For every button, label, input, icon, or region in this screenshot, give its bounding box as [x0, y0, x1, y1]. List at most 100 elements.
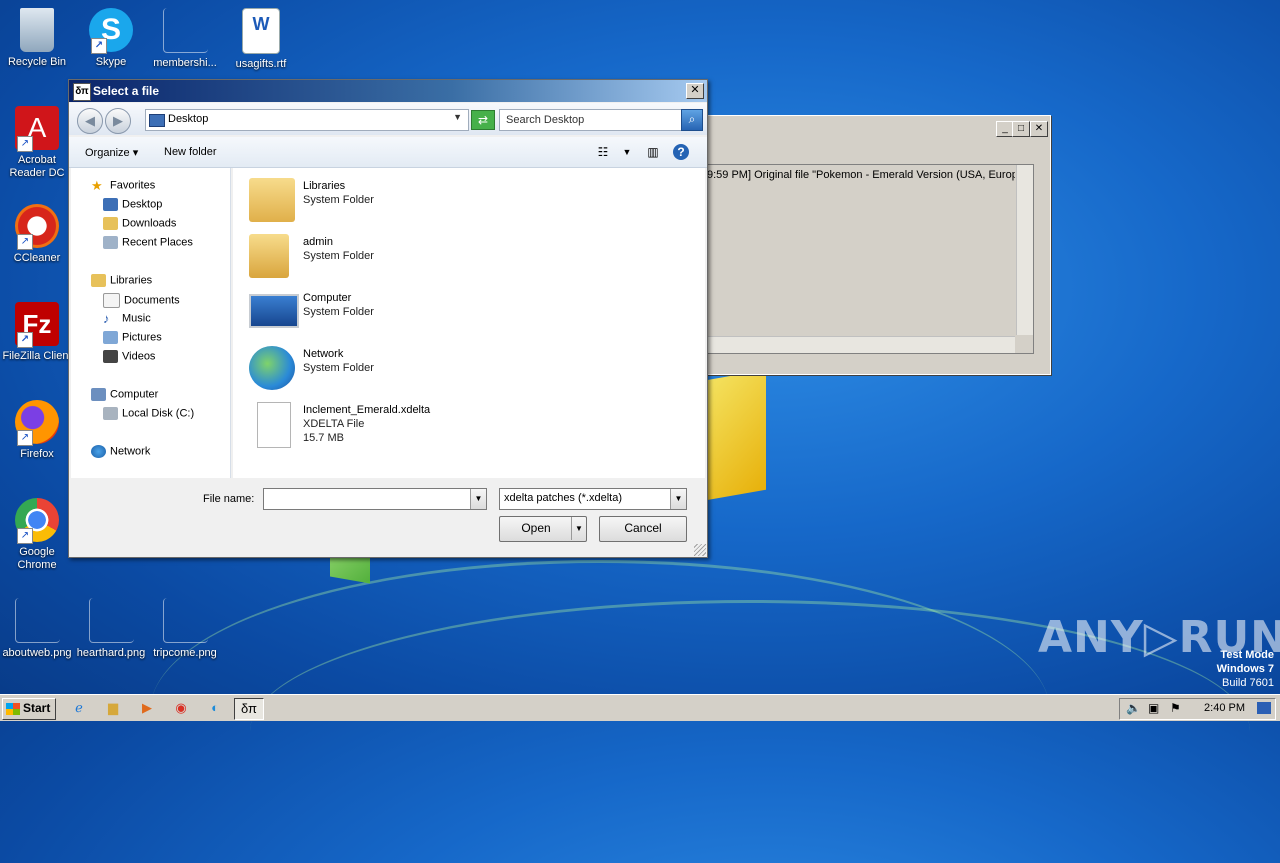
address-bar[interactable]: Desktop ▼	[145, 109, 469, 131]
dialog-titlebar[interactable]: δπ Select a file ✕	[69, 80, 707, 102]
view-options-icon[interactable]: ☷	[595, 144, 611, 160]
log-line: 9:59 PM] Original file "Pokemon - Emeral…	[707, 169, 1015, 181]
nav-documents[interactable]: Documents	[103, 293, 180, 308]
list-item[interactable]: Computer System Folder	[249, 288, 549, 338]
organize-label: Organize	[85, 147, 130, 159]
file-type: System Folder	[303, 306, 374, 318]
open-button[interactable]: Open ▼	[499, 516, 587, 542]
test-mode-line: Windows 7	[1216, 663, 1274, 675]
desktop-icon-recycle-bin[interactable]: Recycle Bin	[0, 8, 74, 69]
dialog-footer: File name: ▼ xdelta patches (*.xdelta) ▼…	[69, 478, 707, 557]
desktop-icon-ccleaner[interactable]: ↗ CCleaner	[0, 204, 74, 265]
clock[interactable]: 2:40 PM	[1204, 702, 1245, 714]
nav-label: Favorites	[110, 179, 156, 192]
nav-label: Network	[110, 445, 151, 458]
chevron-down-icon[interactable]: ▼	[470, 489, 486, 509]
file-type-select[interactable]: xdelta patches (*.xdelta) ▼	[499, 488, 687, 510]
desktop-icon-label: Acrobat Reader DC	[9, 154, 65, 179]
nav-local-disk[interactable]: Local Disk (C:)	[103, 407, 194, 420]
nav-favorites[interactable]: ★ Favorites	[91, 179, 155, 192]
file-explorer-icon[interactable]: ▆	[102, 698, 124, 718]
desktop-icon-label: Skype	[95, 56, 127, 68]
back-button[interactable]: ◀	[77, 108, 103, 134]
chevron-down-icon[interactable]: ▼	[571, 517, 586, 540]
desktop-icon-membership[interactable]: membershi...	[148, 8, 222, 70]
desktop-icon-label: Recycle Bin	[7, 56, 67, 68]
star-icon: ★	[91, 178, 103, 193]
nav-label: Pictures	[122, 331, 162, 344]
background-app-window[interactable]: _ □ ✕ 9:59 PM] Original file "Pokemon - …	[705, 115, 1051, 375]
chevron-down-icon[interactable]: ▼	[453, 112, 462, 122]
list-item[interactable]: admin System Folder	[249, 232, 549, 282]
horizontal-scrollbar[interactable]	[707, 336, 1015, 353]
refresh-button[interactable]: ⇄	[471, 110, 495, 130]
desktop-icon-tripcome[interactable]: tripcome.png	[148, 598, 222, 660]
nav-network[interactable]: Network	[91, 445, 150, 458]
desktop-icon-acrobat[interactable]: A ↗ Acrobat Reader DC	[0, 106, 74, 180]
close-button[interactable]: ✕	[1030, 121, 1048, 137]
list-item[interactable]: Network System Folder	[249, 344, 549, 394]
cancel-button[interactable]: Cancel	[599, 516, 687, 542]
volume-icon[interactable]: 🔈	[1126, 701, 1141, 715]
vertical-scrollbar[interactable]	[1016, 165, 1033, 335]
nav-music[interactable]: ♪ Music	[103, 312, 151, 325]
help-icon[interactable]: ?	[673, 144, 689, 160]
file-name-input[interactable]: ▼	[263, 488, 487, 510]
new-folder-button[interactable]: New folder	[164, 146, 217, 158]
organize-button[interactable]: Organize ▾	[85, 146, 138, 159]
list-item[interactable]: Libraries System Folder	[249, 176, 549, 226]
search-icon[interactable]: ⌕	[681, 109, 703, 131]
nav-label: Music	[122, 312, 151, 325]
file-icon	[162, 8, 208, 53]
show-desktop-icon[interactable]	[1257, 702, 1271, 714]
maximize-button[interactable]: □	[1012, 121, 1030, 137]
chevron-down-icon[interactable]: ▼	[670, 489, 686, 509]
nav-pictures[interactable]: Pictures	[103, 331, 162, 344]
chrome-icon[interactable]: ◉	[170, 698, 192, 718]
start-button[interactable]: Start	[2, 698, 56, 720]
flag-icon[interactable]: ⚑	[1170, 701, 1181, 715]
network-status-icon[interactable]: ▣	[1148, 701, 1159, 715]
log-box[interactable]: 9:59 PM] Original file "Pokemon - Emeral…	[706, 164, 1034, 354]
firefox-icon: ↗	[15, 400, 59, 446]
image-file-icon	[88, 598, 134, 643]
desktop-icon-aboutweb[interactable]: aboutweb.png	[0, 598, 74, 660]
nav-downloads[interactable]: Downloads	[103, 217, 176, 230]
select-file-dialog[interactable]: δπ Select a file ✕ ◀ ▶ Desktop ▼ ⇄ Search…	[68, 79, 708, 558]
search-input[interactable]: Search Desktop	[499, 109, 683, 131]
recycle-bin-icon	[20, 8, 54, 52]
desktop-icon-usagifts[interactable]: W usagifts.rtf	[224, 8, 298, 71]
shortcut-arrow-icon: ↗	[91, 38, 107, 54]
desktop-icon-hearthard[interactable]: hearthard.png	[74, 598, 148, 660]
taskbar-active-app[interactable]: δπ	[234, 698, 264, 720]
desktop-icon-label: FileZilla Client	[2, 350, 72, 362]
media-player-icon[interactable]: ▶	[136, 698, 158, 718]
image-file-icon	[14, 598, 60, 643]
nav-label: Local Disk (C:)	[122, 407, 195, 420]
nav-recent-places[interactable]: Recent Places	[103, 236, 193, 249]
skype-icon: S ↗	[89, 8, 133, 54]
desktop-icon-chrome[interactable]: ↗ Google Chrome	[0, 498, 74, 572]
desktop-icon-firefox[interactable]: ↗ Firefox	[0, 400, 74, 461]
nav-computer[interactable]: Computer	[91, 388, 158, 401]
nav-videos[interactable]: Videos	[103, 350, 155, 363]
desktop-icon-label: membershi...	[153, 57, 217, 69]
ccleaner-icon: ↗	[15, 204, 59, 250]
list-item[interactable]: Inclement_Emerald.xdelta XDELTA File 15.…	[249, 400, 549, 450]
chevron-down-icon[interactable]: ▼	[619, 144, 635, 160]
image-file-icon	[162, 598, 208, 643]
nav-libraries[interactable]: Libraries	[91, 274, 152, 287]
documents-icon	[103, 293, 120, 308]
close-button[interactable]: ✕	[686, 83, 704, 99]
shortcut-arrow-icon: ↗	[17, 430, 33, 446]
recent-places-icon	[103, 236, 118, 249]
forward-button[interactable]: ▶	[105, 108, 131, 134]
internet-explorer-icon[interactable]: ℯ	[68, 698, 90, 718]
desktop-icon-skype[interactable]: S ↗ Skype	[74, 8, 148, 69]
nav-desktop[interactable]: Desktop	[103, 198, 162, 211]
preview-pane-icon[interactable]: ▥	[645, 144, 661, 160]
resize-grip[interactable]	[694, 544, 706, 556]
desktop-icon-filezilla[interactable]: Fz ↗ FileZilla Client	[0, 302, 74, 363]
edge-icon[interactable]: ◐	[204, 698, 226, 718]
file-type-value: xdelta patches (*.xdelta)	[504, 492, 623, 504]
